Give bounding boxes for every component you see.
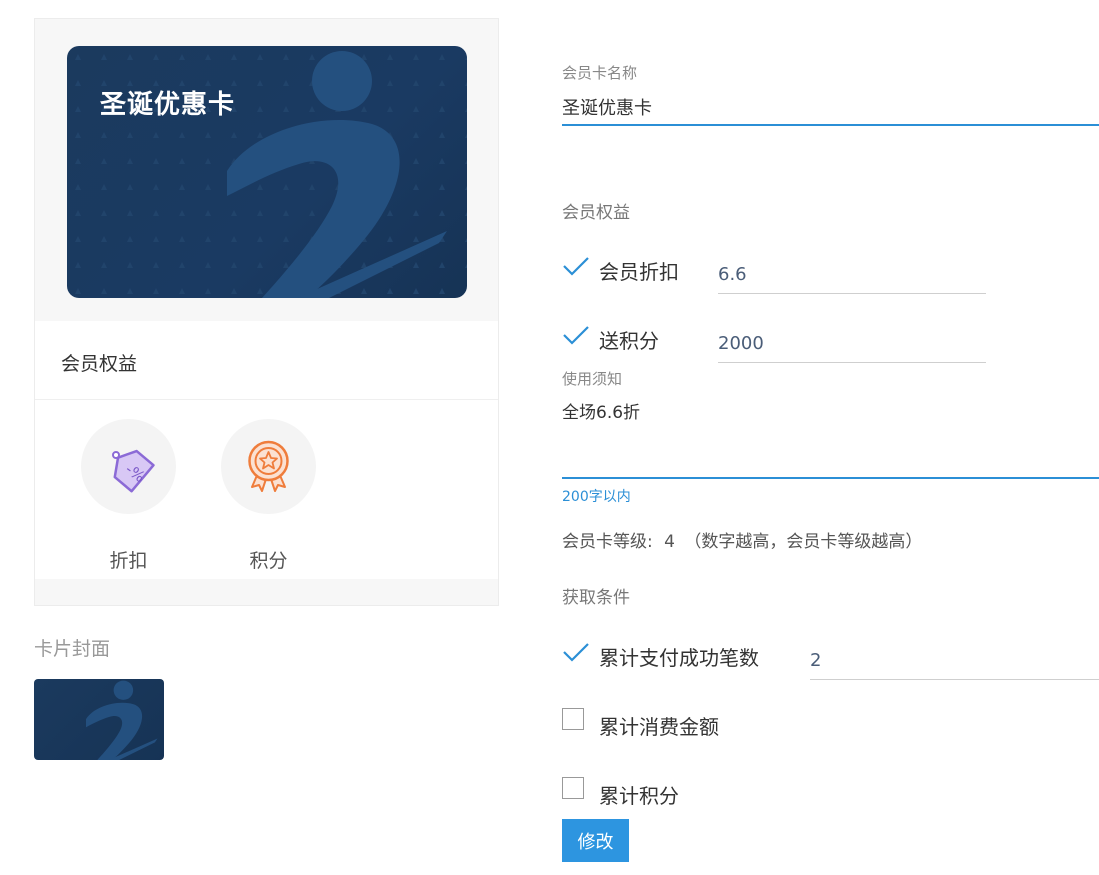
points-value: 2000 (718, 333, 764, 354)
level-label: 会员卡等级: (562, 532, 653, 552)
notice-label: 使用须知 (562, 370, 623, 388)
benefit-points-label: 积分 (249, 550, 288, 572)
divider (35, 399, 498, 400)
rights-label: 会员权益 (562, 203, 630, 223)
condition-pay-count-input[interactable]: 2 (810, 638, 1099, 680)
condition-points-label: 累计积分 (599, 784, 679, 808)
card-title: 圣诞优惠卡 (100, 90, 236, 120)
card-name-underline (562, 124, 1099, 126)
condition-points-checkbox[interactable] (562, 777, 584, 799)
condition-spend-label: 累计消费金额 (599, 715, 719, 739)
condition-spend-checkbox[interactable] (562, 708, 584, 730)
cover-logo-icon (86, 680, 158, 760)
card-preview-panel: 圣诞优惠卡 会员权益 -% 折扣 积分 (34, 18, 499, 606)
benefit-points (221, 419, 316, 514)
card-name-label: 会员卡名称 (562, 64, 638, 82)
discount-input[interactable]: 6.6 (718, 252, 986, 294)
discount-label: 会员折扣 (599, 260, 679, 284)
benefit-discount-label: 折扣 (109, 550, 148, 572)
level-value[interactable]: 4 (664, 532, 675, 552)
notice-hint: 200字以内 (562, 489, 631, 505)
condition-pay-count-check-icon[interactable] (562, 641, 590, 663)
benefit-discount: -% (81, 419, 176, 514)
points-medal-icon (248, 440, 289, 492)
discount-check-icon[interactable] (562, 255, 590, 277)
benefits-heading: 会员权益 (61, 353, 138, 375)
points-label: 送积分 (599, 329, 659, 353)
benefits-box: 会员权益 -% 折扣 积分 (35, 321, 498, 579)
cover-heading: 卡片封面 (34, 638, 111, 660)
condition-pay-count-value: 2 (810, 650, 822, 671)
condition-pay-count-label: 累计支付成功笔数 (599, 646, 759, 670)
notice-underline (562, 477, 1099, 479)
points-check-icon[interactable] (562, 324, 590, 346)
discount-tag-icon: -% (112, 449, 155, 493)
cover-thumbnail[interactable] (34, 679, 164, 760)
discount-value: 6.6 (718, 264, 747, 285)
membership-card: 圣诞优惠卡 (67, 46, 467, 298)
notice-textarea[interactable]: 全场6.6折 (562, 398, 640, 423)
conditions-label: 获取条件 (562, 588, 630, 608)
submit-button[interactable]: 修改 (562, 819, 629, 862)
points-input[interactable]: 2000 (718, 321, 986, 363)
level-note: （数字越高，会员卡等级越高） (684, 532, 923, 552)
level-row: 会员卡等级: 4 （数字越高，会员卡等级越高） (562, 527, 922, 552)
card-name-input[interactable]: 圣诞优惠卡 (562, 94, 652, 120)
